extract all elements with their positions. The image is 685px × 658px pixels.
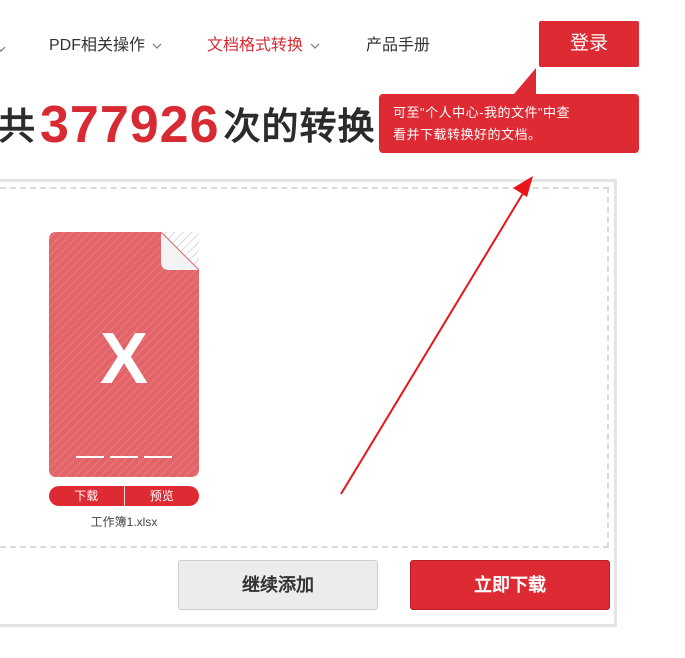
login-tooltip: 可至"个人中心-我的文件"中查 看并下载转换好的文档。 bbox=[379, 94, 639, 153]
file-download-button[interactable]: 下载 bbox=[49, 486, 124, 506]
login-button[interactable]: 登录 bbox=[539, 21, 639, 67]
tooltip-line: 看并下载转换好的文档。 bbox=[393, 127, 542, 142]
tooltip-arrow bbox=[514, 68, 536, 94]
file-name: 工作簿1.xlsx bbox=[90, 515, 158, 529]
excel-file-icon: X bbox=[49, 231, 200, 477]
nav-item-label: PDF相关操作 bbox=[49, 37, 146, 54]
conversion-count-headline: 共377926 次的转换 bbox=[0, 95, 376, 165]
nav-item-label: 产品手册 bbox=[366, 37, 431, 54]
file-actions: 下载 预览 bbox=[49, 486, 199, 506]
nav-item-pdf-operations[interactable]: PDF相关操作 bbox=[49, 35, 162, 57]
file-preview-button[interactable]: 预览 bbox=[125, 486, 200, 506]
nav-item-product-manual[interactable]: 产品手册 bbox=[366, 35, 430, 57]
file-type-letter: X bbox=[100, 319, 148, 399]
file-card: X 下载 预览 工作簿1.xlsx bbox=[48, 231, 200, 531]
nav-item-format-conversion[interactable]: 文档格式转换 bbox=[207, 35, 320, 57]
headline-suffix: 次的转换 bbox=[223, 106, 376, 147]
chevron-down-icon bbox=[152, 42, 162, 50]
download-now-button[interactable]: 立即下载 bbox=[410, 560, 610, 610]
headline-prefix: 共 bbox=[0, 106, 36, 147]
top-nav: PDF相关操作 文档格式转换 产品手册 登录 bbox=[0, 0, 685, 92]
continue-adding-button[interactable]: 继续添加 bbox=[178, 560, 378, 610]
chevron-down-icon bbox=[310, 42, 320, 50]
tooltip-line: 可至"个人中心-我的文件"中查 bbox=[393, 105, 571, 120]
chevron-down-icon[interactable] bbox=[0, 40, 6, 58]
nav-item-label: 文档格式转换 bbox=[207, 37, 304, 54]
conversion-count: 377926 bbox=[40, 96, 220, 154]
